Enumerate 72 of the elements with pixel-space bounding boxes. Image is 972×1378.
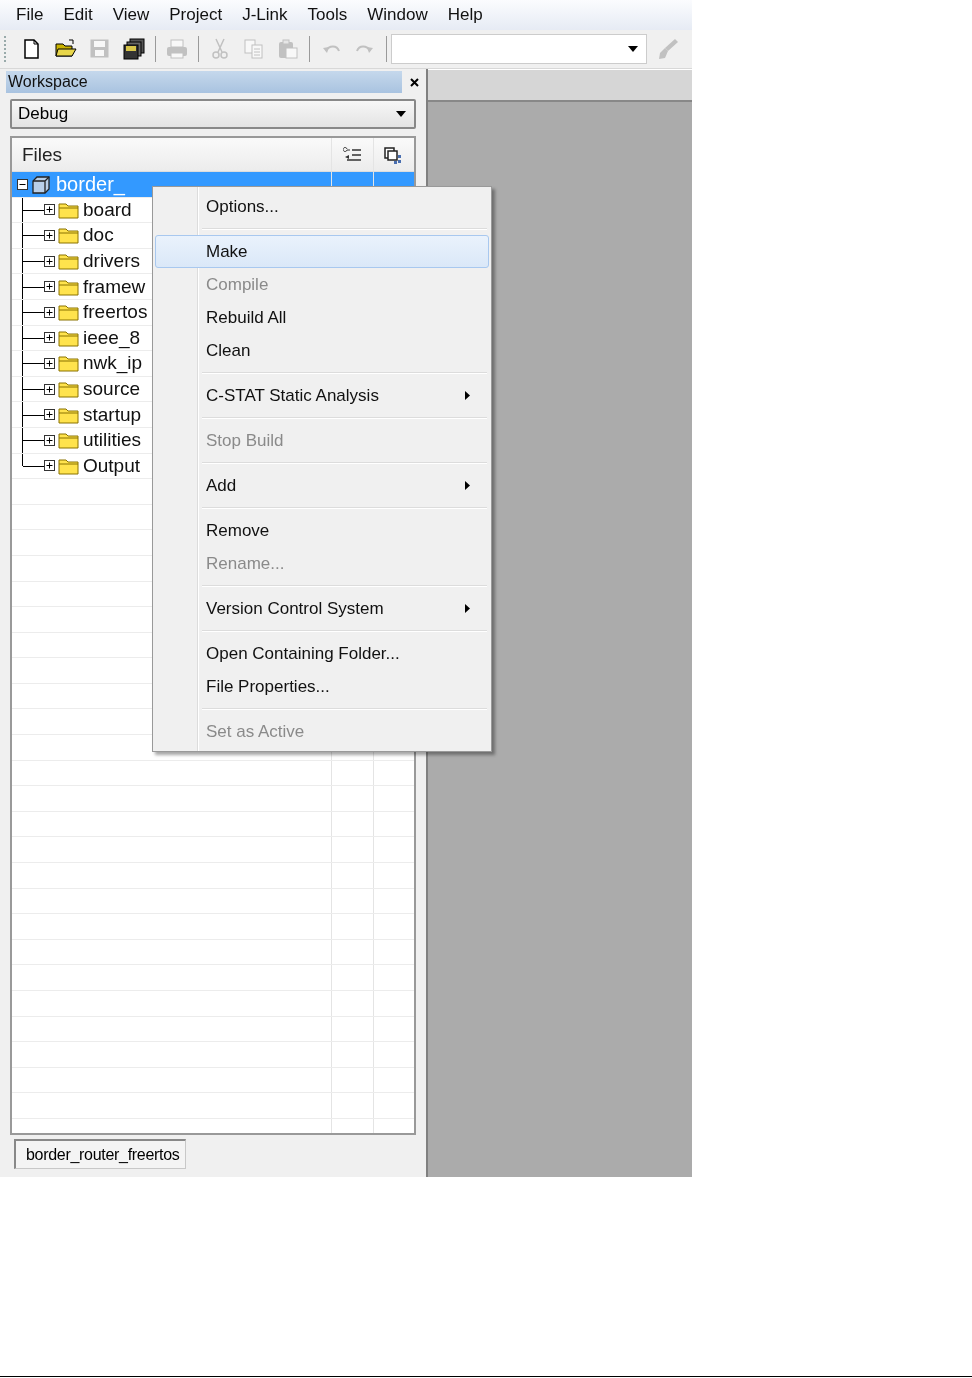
floppy-disks-icon — [123, 38, 145, 60]
folder-icon — [58, 277, 80, 296]
dropdown-arrow-icon — [628, 46, 638, 52]
menu-item[interactable]: File — [6, 5, 54, 25]
copy-icon — [243, 38, 265, 60]
configuration-dropdown[interactable]: Debug — [10, 99, 416, 129]
expand-icon[interactable] — [44, 460, 55, 472]
menu-item[interactable]: Tools — [297, 5, 358, 25]
folder-name[interactable]: framew — [83, 275, 146, 298]
folder-name[interactable]: source — [83, 378, 141, 401]
expand-icon[interactable] — [44, 383, 55, 395]
menu-item[interactable]: Make — [155, 235, 489, 268]
menu-item[interactable]: Edit — [53, 5, 103, 25]
folder-name[interactable]: utilities — [83, 429, 142, 452]
printer-icon — [166, 38, 188, 60]
folder-name[interactable]: startup — [83, 403, 142, 426]
folder-name[interactable]: Output — [83, 454, 141, 477]
menu-item[interactable]: Rebuild All — [155, 301, 489, 334]
folder-name[interactable]: freertos — [83, 301, 148, 324]
clipboard-icon — [277, 38, 299, 60]
menu-item[interactable]: Project — [159, 5, 233, 25]
menu-item[interactable]: Help — [437, 5, 493, 25]
menu-item[interactable]: File Properties... — [155, 670, 489, 703]
close-button[interactable] — [402, 71, 426, 93]
folder-icon — [58, 303, 80, 322]
folder-icon — [58, 380, 80, 399]
dropdown-arrow-icon — [396, 111, 406, 117]
menu-item[interactable]: View — [102, 5, 160, 25]
expand-icon[interactable] — [44, 204, 55, 216]
folder-icon — [58, 431, 80, 450]
menu-item[interactable]: Options... — [155, 190, 489, 223]
folder-icon — [55, 38, 77, 60]
folder-name[interactable]: nwk_ip — [83, 352, 143, 375]
menu-item[interactable]: Add — [155, 469, 489, 502]
expand-icon[interactable] — [44, 409, 55, 421]
expand-icon[interactable] — [44, 332, 55, 344]
expand-icon[interactable] — [44, 434, 55, 446]
expand-icon[interactable] — [44, 255, 55, 267]
folder-icon — [58, 405, 80, 424]
menu-item[interactable]: J-Link — [232, 5, 298, 25]
brush-icon — [657, 38, 679, 60]
folder-name[interactable]: ieee_8 — [83, 326, 141, 349]
redo-icon — [356, 44, 374, 54]
expand-icon[interactable] — [44, 357, 55, 369]
undo-icon — [322, 44, 340, 54]
options-list-icon — [342, 145, 363, 164]
folder-name[interactable]: board — [83, 198, 132, 221]
menu-item[interactable]: Open Containing Folder... — [155, 637, 489, 670]
menu-item[interactable]: Remove — [155, 514, 489, 547]
expand-icon[interactable] — [44, 281, 55, 293]
folder-icon — [58, 354, 80, 373]
workspace-tab[interactable]: border_router_freertos — [14, 1139, 186, 1169]
panel-title: Workspace — [8, 73, 88, 91]
expand-icon[interactable] — [44, 230, 55, 241]
folder-name[interactable]: doc — [83, 224, 114, 247]
project-icon — [31, 174, 51, 195]
menu-item[interactable]: Window — [357, 5, 438, 25]
expand-icon[interactable] — [44, 306, 55, 318]
menu-item[interactable]: Version Control System — [155, 592, 489, 625]
folder-icon — [58, 200, 80, 219]
folder-name[interactable]: drivers — [83, 250, 140, 273]
folder-icon — [58, 328, 80, 347]
folder-icon — [58, 252, 80, 271]
menu-item[interactable]: Clean — [155, 334, 489, 367]
files-icon — [384, 145, 404, 164]
collapse-icon[interactable] — [17, 178, 28, 190]
column-header: Files — [21, 143, 63, 166]
close-icon — [409, 77, 419, 87]
scissors-icon — [209, 38, 231, 60]
menu-item[interactable]: C-STAT Static Analysis — [155, 379, 489, 412]
folder-icon — [58, 226, 80, 245]
folder-icon — [58, 456, 80, 475]
